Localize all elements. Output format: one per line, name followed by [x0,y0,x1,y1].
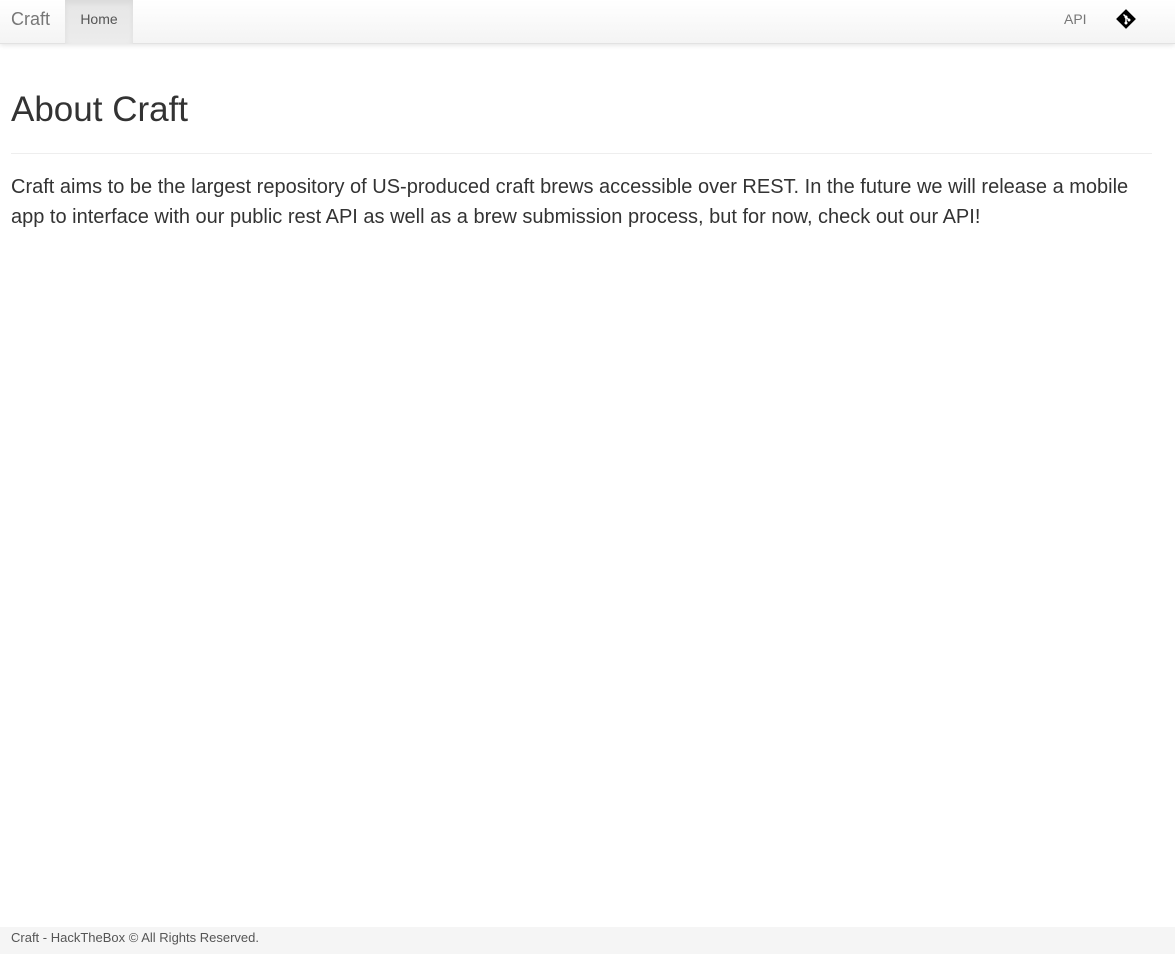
top-navbar: Craft Home API [0,0,1175,44]
footer: Craft - HackTheBox © All Rights Reserved… [0,927,1175,954]
brand-link[interactable]: Craft [11,9,50,29]
about-paragraph: Craft aims to be the largest repository … [11,176,1129,228]
git-icon [1116,9,1136,29]
page-title: About Craft [11,90,189,129]
nav-item-home[interactable]: Home [65,0,133,44]
footer-text: Craft - HackTheBox © All Rights Reserved… [11,930,259,945]
nav-item-api[interactable]: API [1064,0,1087,38]
title-divider [11,153,1152,154]
